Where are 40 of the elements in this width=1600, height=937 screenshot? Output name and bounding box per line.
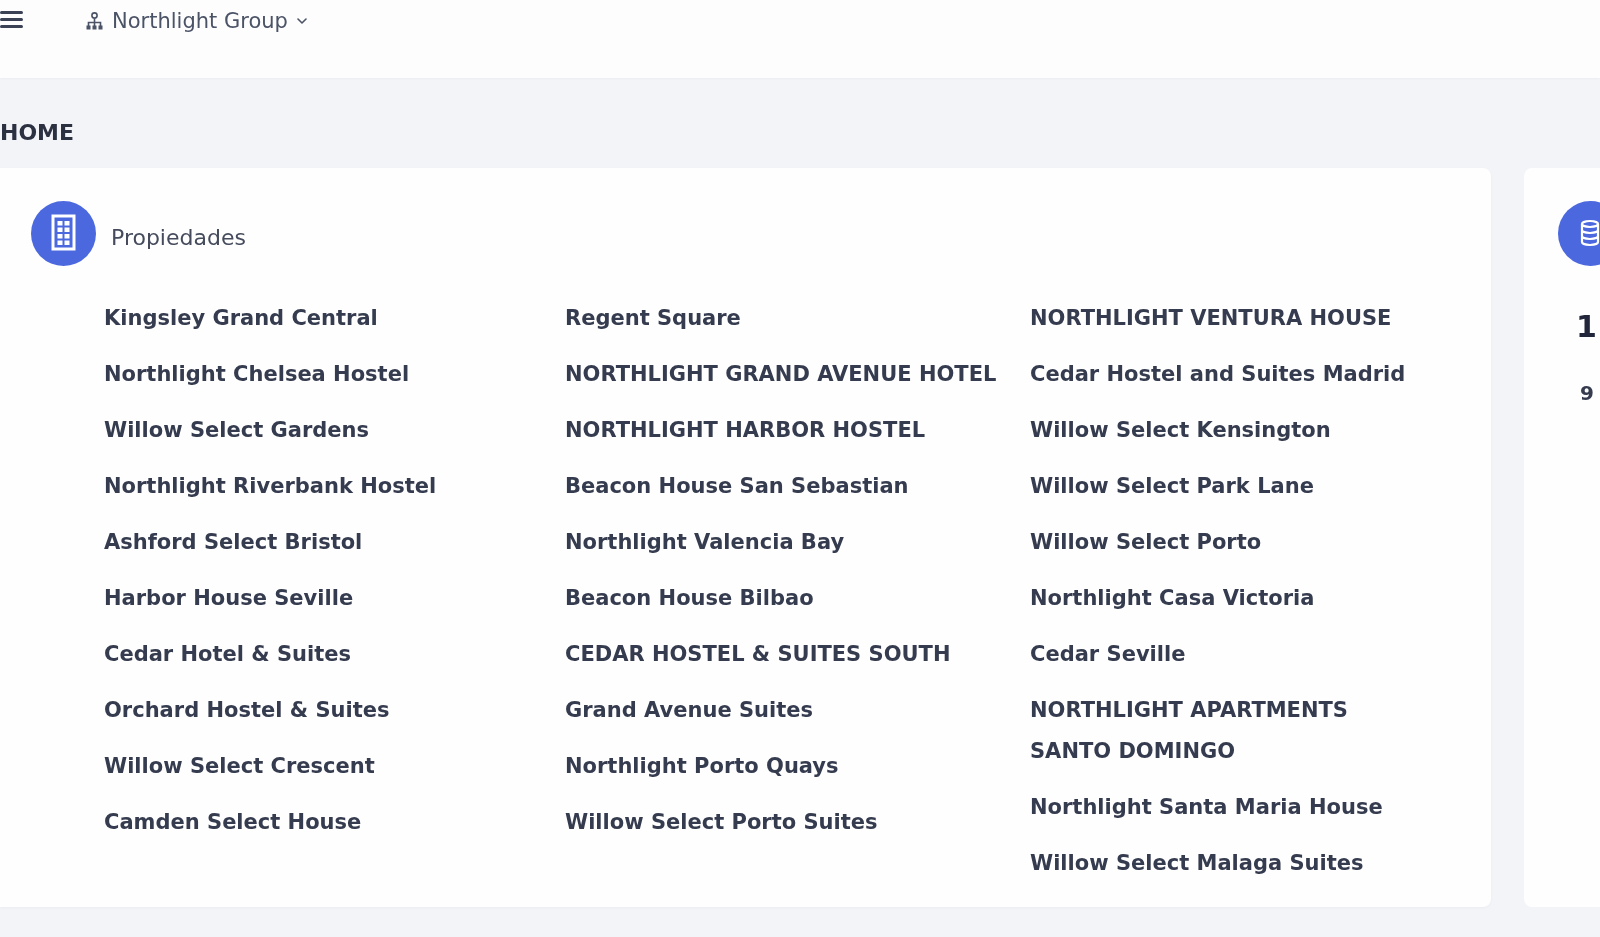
property-link[interactable]: Beacon House San Sebastian	[565, 466, 909, 507]
menu-icon	[0, 10, 23, 29]
property-link[interactable]: Willow Select Porto Suites	[565, 802, 878, 843]
stat-subtext: 9	[1580, 381, 1594, 405]
property-link[interactable]: Ashford Select Bristol	[104, 522, 363, 563]
property-link[interactable]: Willow Select Kensington	[1030, 410, 1331, 451]
property-link[interactable]: NORTHLIGHT APARTMENTS SANTO DOMINGO	[1030, 690, 1420, 772]
stat-value: 1	[1576, 308, 1597, 346]
property-link[interactable]: Willow Select Porto	[1030, 522, 1262, 563]
property-link[interactable]: Grand Avenue Suites	[565, 690, 813, 731]
property-link[interactable]: Willow Select Crescent	[104, 746, 375, 787]
property-link[interactable]: Northlight Riverbank Hostel	[104, 466, 437, 507]
card-title: Propiedades	[111, 225, 246, 250]
property-link[interactable]: Willow Select Park Lane	[1030, 466, 1314, 507]
property-link[interactable]: Beacon House Bilbao	[565, 578, 814, 619]
property-link[interactable]: Northlight Porto Quays	[565, 746, 839, 787]
property-link[interactable]: NORTHLIGHT VENTURA HOUSE	[1030, 298, 1392, 339]
property-link[interactable]: Camden Select House	[104, 802, 362, 843]
org-chart-icon	[86, 12, 103, 30]
property-link[interactable]: Orchard Hostel & Suites	[104, 690, 390, 731]
property-link[interactable]: Willow Select Gardens	[104, 410, 369, 451]
property-link[interactable]: Regent Square	[565, 298, 741, 339]
property-link[interactable]: Cedar Hotel & Suites	[104, 634, 351, 675]
property-link[interactable]: Northlight Casa Victoria	[1030, 578, 1315, 619]
property-link[interactable]: Northlight Santa Maria House	[1030, 787, 1383, 828]
building-icon	[31, 201, 96, 266]
property-link[interactable]: Kingsley Grand Central	[104, 298, 378, 339]
property-link[interactable]: CEDAR HOSTEL & SUITES SOUTH	[565, 634, 951, 675]
property-link[interactable]: Cedar Hostel and Suites Madrid	[1030, 354, 1406, 395]
chevron-down-icon	[296, 18, 307, 24]
property-link[interactable]: Harbor House Seville	[104, 578, 354, 619]
organization-dropdown[interactable]: Northlight Group	[86, 9, 307, 33]
menu-button[interactable]	[0, 10, 23, 30]
property-link[interactable]: Northlight Chelsea Hostel	[104, 354, 410, 395]
property-link[interactable]: Willow Select Malaga Suites	[1030, 843, 1364, 884]
property-link[interactable]: Northlight Valencia Bay	[565, 522, 845, 563]
page-title: HOME	[0, 119, 76, 147]
property-link[interactable]: Cedar Seville	[1030, 634, 1186, 675]
property-link[interactable]: NORTHLIGHT HARBOR HOSTEL	[565, 410, 926, 451]
property-link[interactable]: NORTHLIGHT GRAND AVENUE HOTEL	[565, 354, 997, 395]
